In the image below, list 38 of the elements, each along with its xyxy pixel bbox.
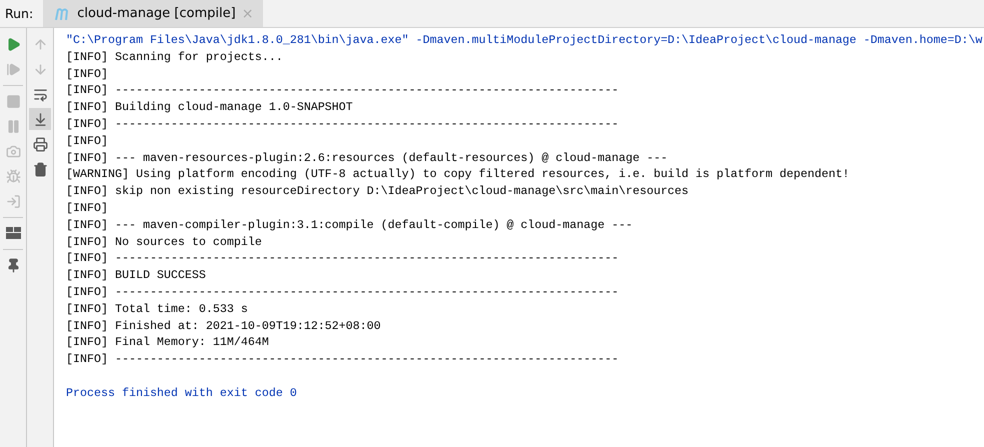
- bug-icon: [6, 168, 20, 184]
- log-line: [INFO] Finished at: 2021-10-09T19:12:52+08:00: [66, 318, 382, 334]
- play-icon: [6, 36, 20, 52]
- log-line: [INFO]: [66, 132, 109, 150]
- log-line: [WARNING] Using platform encoding (UTF-8 actually) to copy filtered resources, i.e. build is platform dependent!: [66, 166, 850, 184]
- log-line: [INFO]: [66, 66, 109, 82]
- stop-icon: [6, 94, 20, 108]
- layout-icon: [6, 227, 20, 239]
- trash-icon: [32, 162, 48, 176]
- exit-message: Process finished with exit code 0: [66, 384, 298, 402]
- log-line: [INFO] Scanning for projects...: [66, 48, 284, 66]
- run-label: Run:: [4, 6, 34, 21]
- log-line: [INFO] ------------------------------------------------------------------------: [66, 351, 620, 368]
- log-line: [INFO] --- maven-resources-plugin:2.6:resources (default-resources) @ cloud-manage ---: [66, 150, 669, 166]
- exit-icon: [6, 194, 20, 208]
- toolbar-button[interactable]: [29, 108, 51, 130]
- log-line: [INFO] BUILD SUCCESS: [66, 267, 207, 284]
- log-line: [INFO] Final Memory: 11M/464M: [66, 334, 270, 352]
- run-tab[interactable]: cloud-manage [compile] ×: [43, 0, 264, 27]
- log-line: [INFO] ------------------------------------------------------------------------: [66, 82, 620, 100]
- log-line: [INFO] --- maven-compiler-plugin:3.1:compile (default-compile) @ cloud-manage ---: [66, 216, 634, 234]
- log-line: [INFO] Total time: 0.533 s: [66, 300, 249, 318]
- rerun-icon: [6, 62, 20, 76]
- scroll-to-end-icon: [32, 112, 48, 126]
- down-arrow-icon: [32, 62, 48, 76]
- log-line: [INFO] ------------------------------------------------------------------------: [66, 284, 620, 301]
- log-line: [INFO] skip non existing resourceDirectory D:\IdeaProject\cloud-manage\src\main\resources: [66, 183, 690, 200]
- printer-icon: [32, 136, 48, 152]
- pause-icon: [6, 118, 20, 134]
- command-line: "C:\Program Files\Java\jdk1.8.0_281\bin\java.exe" -Dmaven.multiModuleProjectDirectory=D:\IdeaProject\cloud-manage -Dmaven.home=D:\w: [66, 32, 984, 49]
- log-line: [INFO] No sources to compile: [66, 234, 263, 250]
- camera-icon: [6, 144, 20, 158]
- soft-wrap-icon: [32, 86, 48, 102]
- log-line: [INFO]: [66, 200, 109, 217]
- log-line: [INFO] ------------------------------------------------------------------------: [66, 250, 620, 268]
- pin-icon: [6, 258, 20, 272]
- log-line: [INFO] ------------------------------------------------------------------------: [66, 116, 620, 133]
- log-line: [INFO] Building cloud-manage 1.0-SNAPSHOT: [66, 99, 354, 116]
